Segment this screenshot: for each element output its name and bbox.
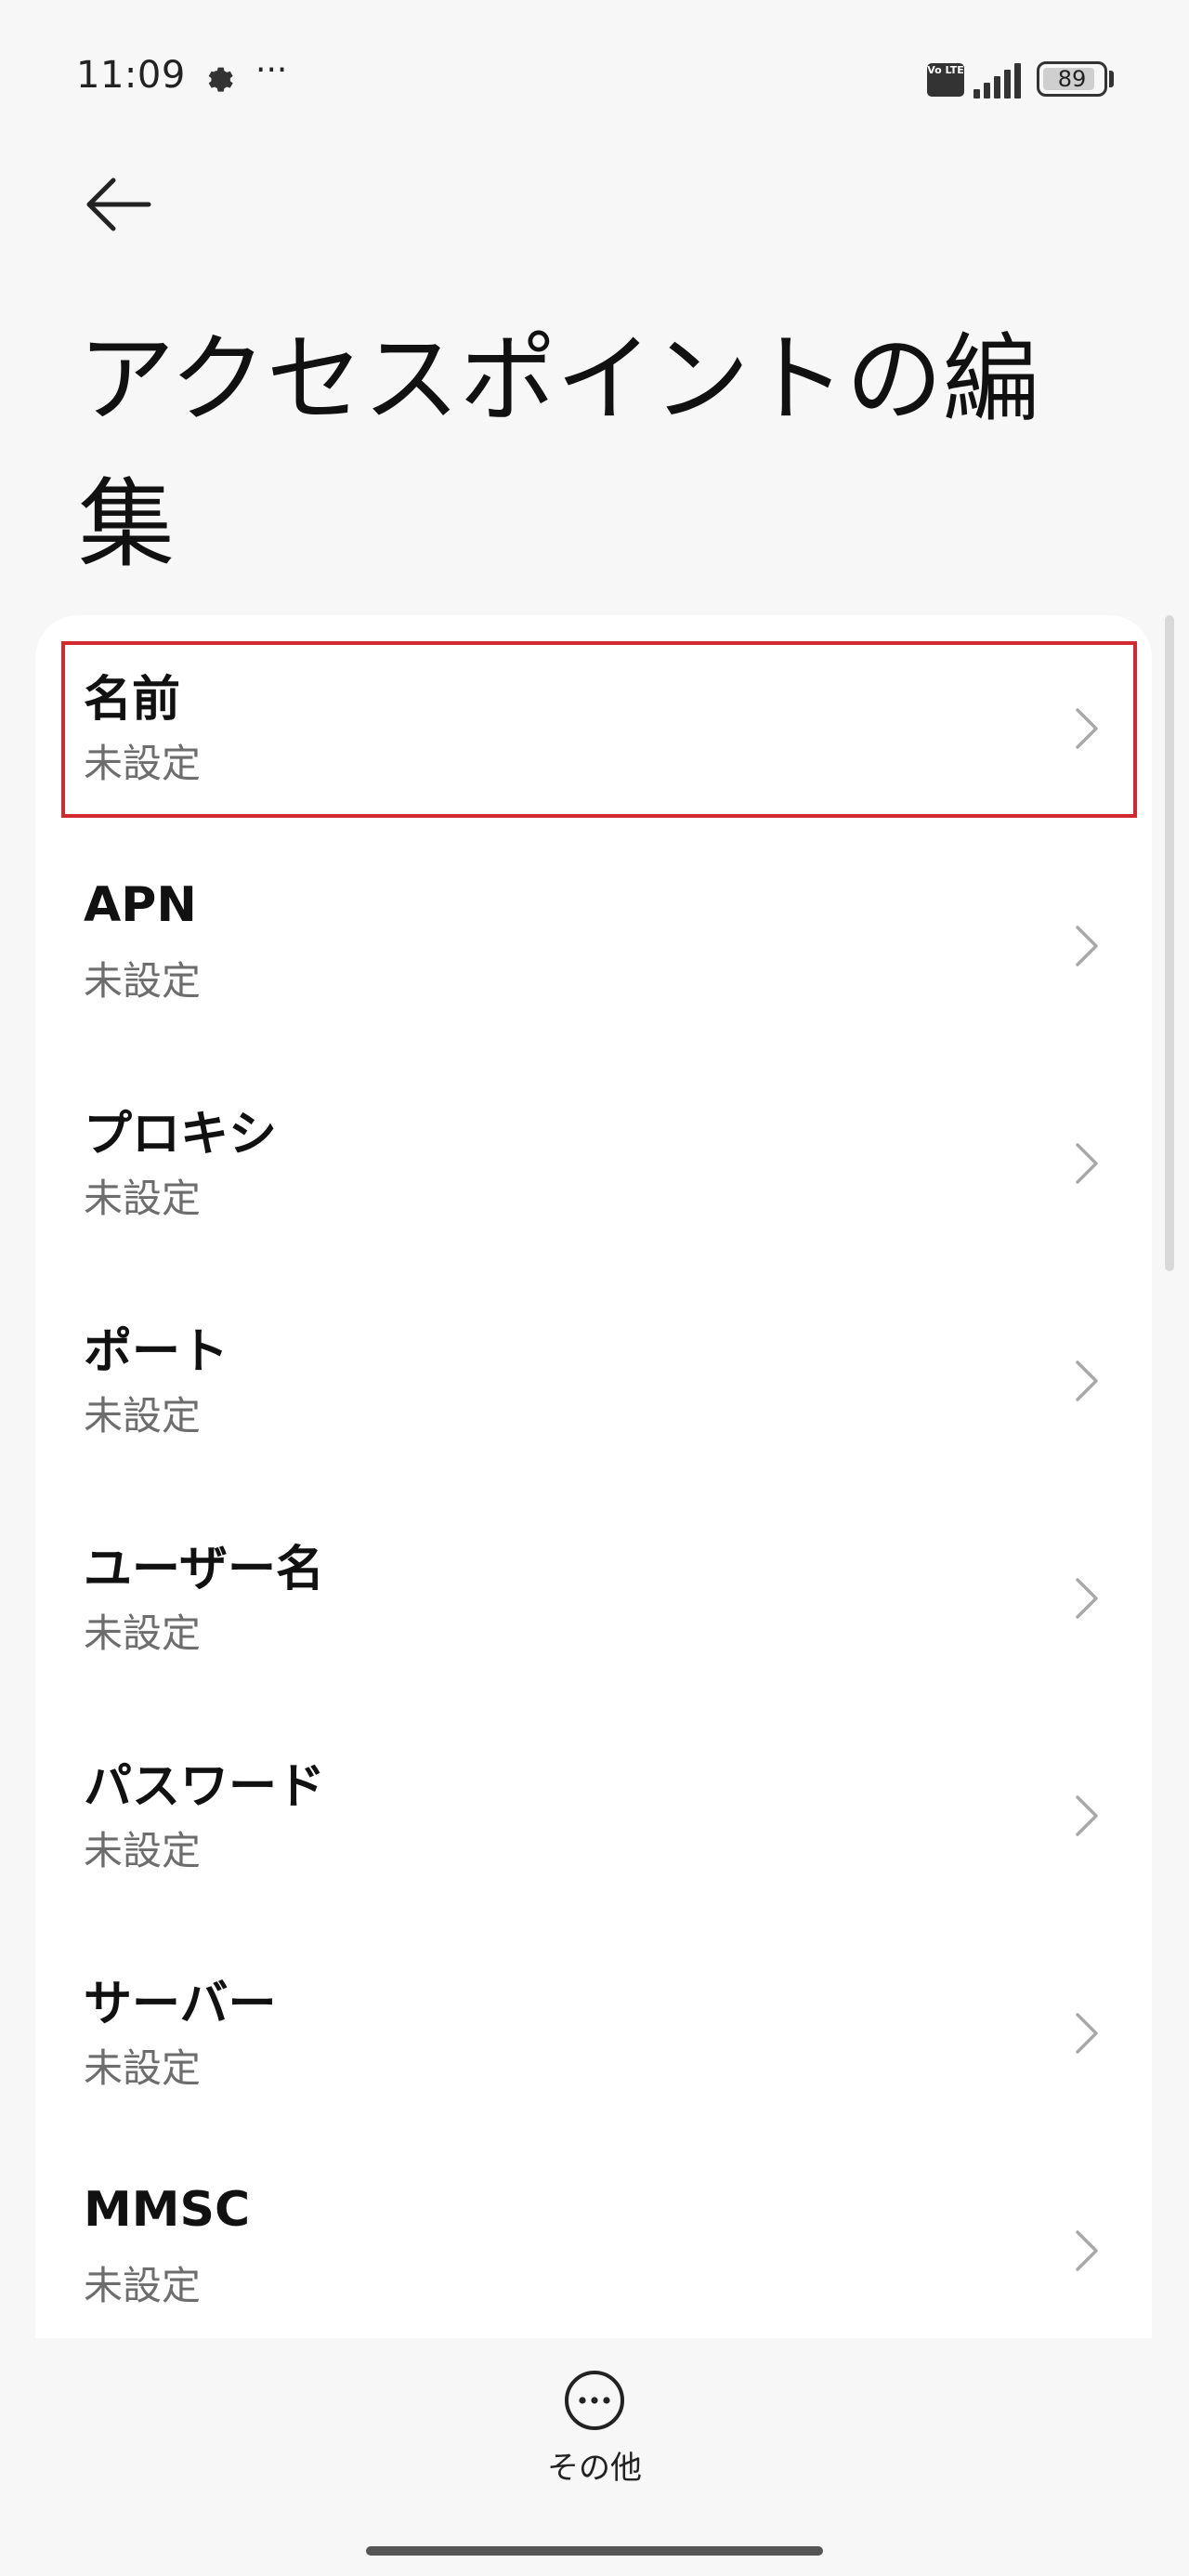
list-item-title: 名前 [84,672,181,728]
home-indicator[interactable] [366,2546,823,2556]
chevron-right-icon [1076,926,1098,966]
list-item[interactable]: サーバー 未設定 [35,1920,1152,2137]
battery-icon: 89 [1037,61,1107,97]
list-item-value: 未設定 [84,1828,202,1873]
settings-list: 名前 未設定 APN 未設定 プロキシ 未設定 ポート 未設定 ユーザー名 未設定 パスワード 未設定… [35,615,1152,2338]
chevron-right-icon [1076,2013,1098,2054]
more-button[interactable]: その他 [520,2362,669,2492]
volte-icon: Vo LTE [927,63,964,97]
list-item-value: 未設定 [84,1393,202,1439]
list-item-value: 未設定 [84,2263,202,2308]
status-more-icon: ··· [255,51,288,89]
list-item[interactable]: APN 未設定 [35,833,1152,1050]
chevron-right-icon [1076,1360,1098,1401]
status-time: 11:09 [76,54,186,97]
list-item-title: ポート [84,1324,229,1380]
list-item-value: 未設定 [84,1610,202,1656]
back-arrow-icon[interactable] [72,167,156,251]
battery-level: 89 [1057,66,1087,92]
status-bar: 11:09 ··· Vo LTE 89 [0,0,1189,158]
list-item[interactable]: ポート 未設定 [35,1268,1152,1485]
chevron-right-icon [1076,1578,1098,1619]
list-item-title: MMSC [84,2182,251,2238]
list-item[interactable]: ユーザー名 未設定 [35,1485,1152,1702]
page-title: アクセスポイントの編集 [78,322,1039,581]
scrollbar[interactable] [1165,615,1174,1271]
signal-strength-icon [973,63,1021,99]
battery-tip [1109,71,1114,87]
more-options-icon [565,2371,624,2430]
list-item[interactable]: プロキシ 未設定 [35,1050,1152,1268]
list-item-value: 未設定 [84,741,202,786]
chevron-right-icon [1076,1795,1098,1836]
list-item-title: ユーザー名 [84,1542,324,1597]
list-item[interactable]: MMSC 未設定 [35,2137,1152,2355]
list-item-title: プロキシ [84,1107,278,1163]
list-item-value: 未設定 [84,958,202,1004]
list-item[interactable]: パスワード 未設定 [35,1702,1152,1920]
more-label: その他 [547,2450,642,2487]
list-item-title: APN [84,877,197,933]
chevron-right-icon [1076,2230,1098,2271]
settings-gear-icon [208,67,233,92]
list-item-title: サーバー [84,1977,277,2032]
chevron-right-icon [1076,708,1098,749]
chevron-right-icon [1076,1143,1098,1184]
list-item-value: 未設定 [84,1176,202,1221]
list-item[interactable]: 名前 未設定 [35,615,1152,833]
list-item-title: パスワード [84,1759,326,1815]
list-item-value: 未設定 [84,2045,202,2091]
